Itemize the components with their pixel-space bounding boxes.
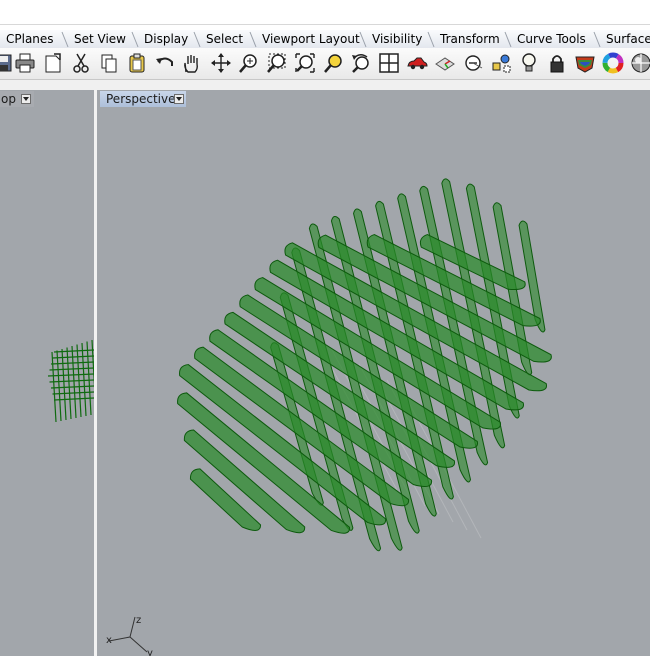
paste-button[interactable] bbox=[124, 50, 150, 76]
axis-z-label: z bbox=[136, 615, 141, 626]
four-viewports-button[interactable] bbox=[376, 50, 402, 76]
material-button[interactable] bbox=[628, 50, 650, 76]
paste-icon bbox=[129, 53, 145, 73]
preview-line bbox=[50, 385, 94, 389]
zoom-selected-button[interactable] bbox=[320, 50, 346, 76]
zoom-extents-icon bbox=[295, 53, 315, 73]
preview-line bbox=[49, 379, 94, 383]
lock-icon bbox=[550, 55, 564, 73]
viewport-gap bbox=[0, 80, 650, 90]
preview-line bbox=[52, 391, 94, 395]
top-viewport-mesh-preview bbox=[47, 339, 94, 423]
undo-button[interactable] bbox=[152, 50, 178, 76]
object-snap-button[interactable] bbox=[488, 50, 514, 76]
lock-button[interactable] bbox=[544, 50, 570, 76]
print-icon bbox=[15, 53, 35, 73]
pan-button[interactable] bbox=[178, 50, 204, 76]
axis-z-line bbox=[129, 616, 136, 638]
standard-toolbar bbox=[0, 48, 650, 80]
top-viewport-label: op bbox=[1, 92, 16, 106]
top-viewport-title[interactable]: op bbox=[0, 91, 34, 107]
tab-separators bbox=[61, 31, 601, 48]
preview-line bbox=[91, 339, 94, 389]
cplane-button[interactable] bbox=[460, 50, 486, 76]
preview-line bbox=[66, 347, 72, 420]
color-wheel-icon bbox=[602, 52, 624, 74]
preview-line bbox=[81, 342, 87, 417]
zoom-window-button[interactable] bbox=[264, 50, 290, 76]
car-view-button[interactable] bbox=[404, 50, 430, 76]
copy-icon bbox=[101, 54, 117, 73]
material-sphere-icon bbox=[631, 53, 650, 73]
color-wheel-button[interactable] bbox=[600, 50, 626, 76]
render-button[interactable] bbox=[572, 50, 598, 76]
copy-button[interactable] bbox=[96, 50, 122, 76]
car-icon bbox=[407, 57, 428, 70]
preview-line bbox=[86, 341, 92, 416]
export-icon bbox=[45, 53, 61, 73]
command-line[interactable] bbox=[0, 0, 650, 25]
axis-x-label: x bbox=[106, 635, 112, 646]
axis-y-line bbox=[129, 636, 148, 653]
zoom-icon bbox=[239, 54, 257, 73]
axis-indicator: z x y bbox=[106, 615, 153, 656]
cut-icon bbox=[73, 53, 89, 73]
render-icon bbox=[575, 56, 595, 73]
perspective-viewport-menu-arrow[interactable] bbox=[174, 94, 184, 104]
zoom-button[interactable] bbox=[236, 50, 262, 76]
zoom-window-icon bbox=[267, 53, 286, 73]
preview-line bbox=[47, 373, 94, 377]
export-button[interactable] bbox=[40, 50, 66, 76]
cplane-icon bbox=[465, 55, 483, 71]
perspective-canvas: z x y bbox=[106, 178, 552, 656]
rotate-view-icon bbox=[211, 53, 231, 73]
toolbar-tab-bar: CPlanes Set View Display Select Viewport… bbox=[0, 30, 650, 49]
undo-view-icon bbox=[352, 54, 369, 73]
perspective-viewport-label: Perspective bbox=[106, 92, 176, 106]
zoom-extents-button[interactable] bbox=[292, 50, 318, 76]
named-view-icon bbox=[435, 57, 455, 71]
preview-line bbox=[49, 367, 94, 371]
rotate-view-button[interactable] bbox=[208, 50, 234, 76]
mesh-fin[interactable] bbox=[189, 468, 262, 531]
axis-x-line bbox=[108, 636, 131, 642]
preview-line bbox=[61, 348, 67, 421]
light-button[interactable] bbox=[516, 50, 542, 76]
light-bulb-icon bbox=[522, 53, 536, 72]
perspective-viewport-title[interactable]: Perspective bbox=[100, 91, 186, 107]
axis-y-label: y bbox=[147, 648, 153, 656]
preview-line bbox=[51, 351, 57, 423]
preview-line bbox=[56, 350, 62, 422]
cut-button[interactable] bbox=[68, 50, 94, 76]
zoom-selected-icon bbox=[324, 54, 342, 73]
shaded-mode-icon bbox=[492, 54, 511, 73]
four-viewports-icon bbox=[379, 53, 399, 73]
top-viewport-menu-arrow[interactable] bbox=[21, 94, 31, 104]
pan-hand-icon bbox=[184, 55, 198, 73]
undo-view-button[interactable] bbox=[348, 50, 374, 76]
named-view-button[interactable] bbox=[432, 50, 458, 76]
print-button[interactable] bbox=[12, 50, 38, 76]
undo-icon bbox=[156, 57, 173, 66]
